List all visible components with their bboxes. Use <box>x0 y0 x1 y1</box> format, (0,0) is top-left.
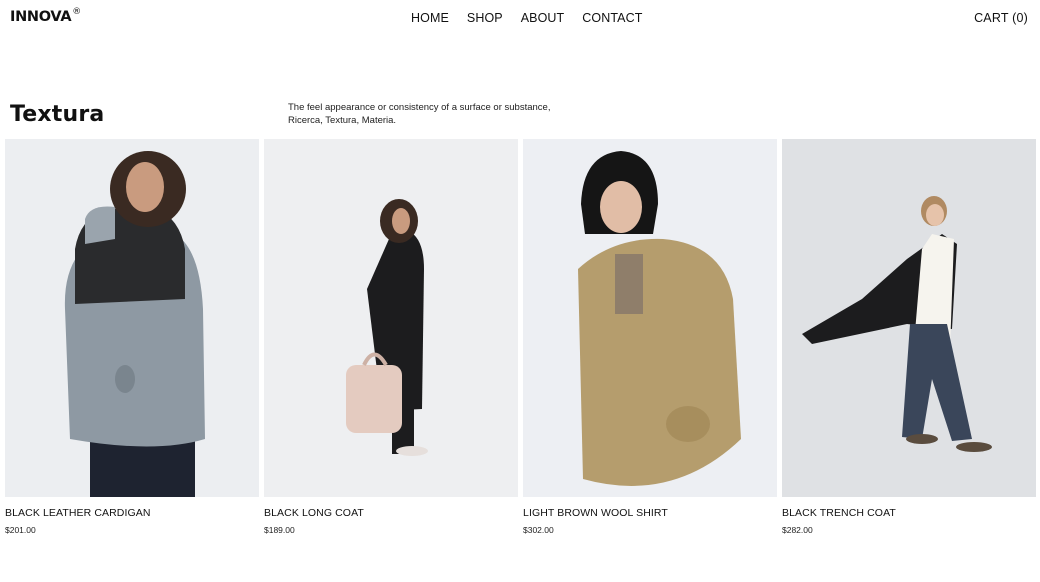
product-image[interactable] <box>264 139 518 497</box>
product-card[interactable]: BLACK TRENCH COAT $282.00 <box>782 139 1036 535</box>
top-nav: INNOVA ® HOME SHOP ABOUT CONTACT CART (0… <box>0 0 1040 36</box>
product-name[interactable]: BLACK TRENCH COAT <box>782 507 1036 519</box>
description-line-2: Ricerca, Textura, Materia. <box>288 114 397 126</box>
cart-link[interactable]: CART (0) <box>974 11 1028 25</box>
brand-name: INNOVA <box>10 9 72 25</box>
main-menu: HOME SHOP ABOUT CONTACT <box>411 11 660 25</box>
product-image[interactable] <box>5 139 259 497</box>
product-price: $302.00 <box>523 525 554 535</box>
product-name[interactable]: LIGHT BROWN WOOL SHIRT <box>523 507 777 519</box>
product-grid: BLACK LEATHER CARDIGAN $201.00 BLACK LON… <box>5 139 1036 535</box>
brand-logo[interactable]: INNOVA ® <box>10 7 81 26</box>
nav-about-link[interactable]: ABOUT <box>521 11 565 25</box>
product-card[interactable]: BLACK LONG COAT $189.00 <box>264 139 518 535</box>
collection-title: Textura <box>10 102 105 127</box>
registered-mark: ® <box>72 7 81 17</box>
product-price: $201.00 <box>5 525 36 535</box>
product-price: $189.00 <box>264 525 295 535</box>
product-card[interactable]: BLACK LEATHER CARDIGAN $201.00 <box>5 139 259 535</box>
product-image[interactable] <box>523 139 777 497</box>
description-line-1: The feel appearance or consistency of a … <box>288 102 551 113</box>
product-name[interactable]: BLACK LEATHER CARDIGAN <box>5 507 259 519</box>
nav-home-link[interactable]: HOME <box>411 11 449 25</box>
nav-contact-link[interactable]: CONTACT <box>582 11 642 25</box>
collection-description: The feel appearance or consistency of a … <box>288 102 588 127</box>
product-price: $282.00 <box>782 525 813 535</box>
nav-shop-link[interactable]: SHOP <box>467 11 503 25</box>
product-name[interactable]: BLACK LONG COAT <box>264 507 518 519</box>
product-card[interactable]: LIGHT BROWN WOOL SHIRT $302.00 <box>523 139 777 535</box>
product-image[interactable] <box>782 139 1036 497</box>
